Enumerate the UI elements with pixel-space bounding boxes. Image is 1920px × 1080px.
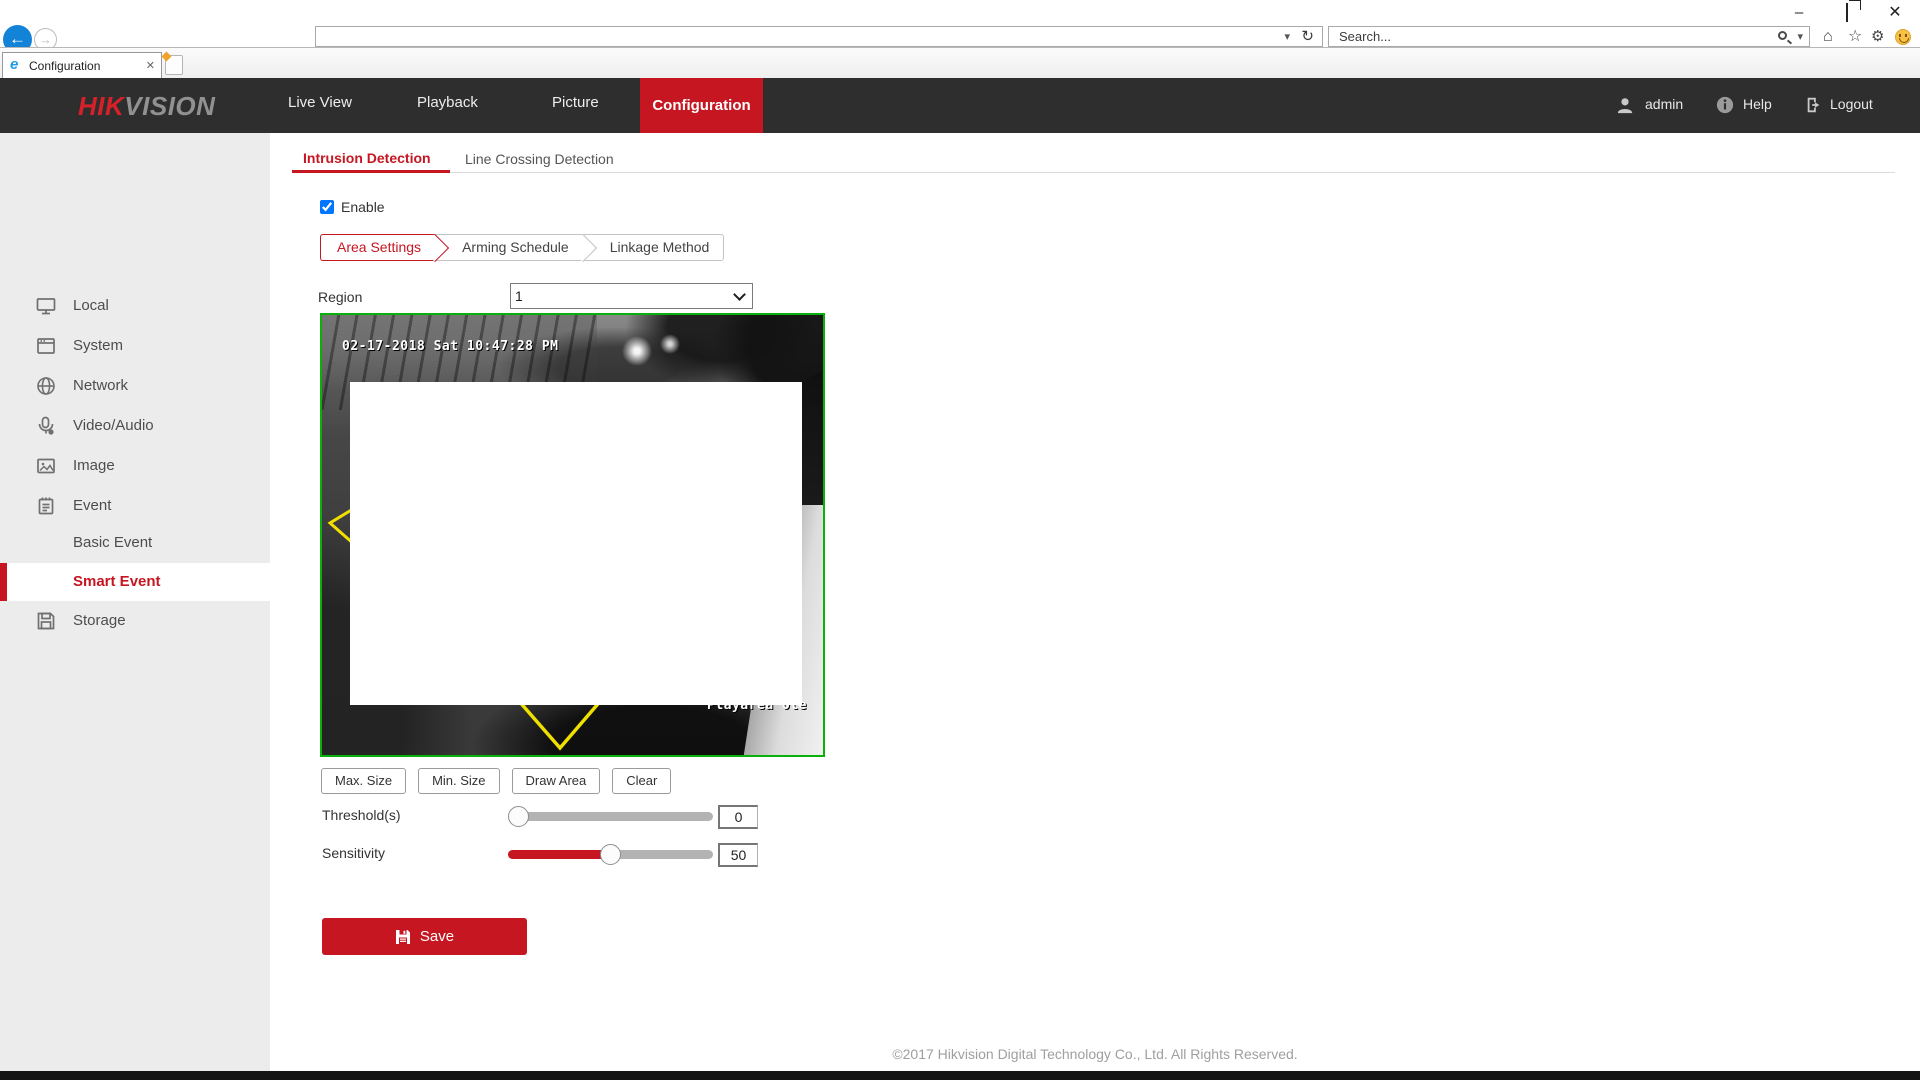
- enable-label: Enable: [341, 199, 385, 215]
- sidebar-item-event[interactable]: Event: [0, 486, 270, 526]
- copyright-footer: ©2017 Hikvision Digital Technology Co., …: [270, 1046, 1920, 1062]
- logo-hik: HIK: [78, 91, 124, 121]
- sidebar-item-smart-event[interactable]: Smart Event: [0, 563, 270, 601]
- globe-icon: [36, 376, 56, 396]
- window-restore-button[interactable]: [1834, 2, 1860, 24]
- sensitivity-label: Sensitivity: [322, 845, 385, 861]
- slider-fill: [508, 850, 611, 859]
- sidebar-item-basic-event[interactable]: Basic Event: [0, 524, 270, 562]
- browser-tab-configuration[interactable]: e Configuration ✕: [2, 52, 162, 78]
- sidebar-label: Video/Audio: [73, 417, 154, 434]
- slider-handle[interactable]: [600, 844, 621, 865]
- slider-track[interactable]: [508, 812, 713, 821]
- sensitivity-slider[interactable]: [508, 844, 713, 865]
- favorites-star-icon[interactable]: ☆: [1848, 29, 1862, 45]
- address-dropdown-icon[interactable]: ▾: [1284, 30, 1290, 43]
- bottom-edge-bar: [0, 1071, 1920, 1080]
- draw-area-button[interactable]: Draw Area: [512, 768, 601, 794]
- step-linkage-method[interactable]: Linkage Method: [583, 234, 725, 261]
- tab-band: [0, 48, 1920, 78]
- step-arming-schedule[interactable]: Arming Schedule: [435, 234, 583, 261]
- window-close-button[interactable]: ✕: [1882, 2, 1908, 24]
- sidebar-label: Event: [73, 497, 111, 514]
- save-floppy-icon: [395, 929, 411, 945]
- search-icon[interactable]: [1778, 31, 1787, 40]
- search-dropdown-icon[interactable]: ▾: [1797, 30, 1803, 43]
- sidebar-label: Basic Event: [73, 534, 152, 551]
- sidebar-item-storage[interactable]: Storage: [0, 601, 270, 641]
- feedback-smiley-icon[interactable]: [1895, 29, 1911, 45]
- sidebar-label: Local: [73, 297, 109, 314]
- nav-playback[interactable]: Playback: [417, 94, 478, 111]
- event-note-icon: [36, 496, 56, 516]
- nav-configuration[interactable]: Configuration: [640, 78, 763, 133]
- tab-close-icon[interactable]: ✕: [146, 59, 155, 72]
- tab-title: Configuration: [29, 59, 100, 73]
- active-tab-underline: [292, 170, 450, 173]
- step-area-settings[interactable]: Area Settings: [320, 234, 435, 261]
- tab-intrusion-detection[interactable]: Intrusion Detection: [303, 150, 431, 166]
- sidebar-item-video-audio[interactable]: Video/Audio: [0, 406, 270, 446]
- sidebar-label: System: [73, 337, 123, 354]
- camera-scene: 02-17-2018 Sat 10:47:28 PM Playarea Ole: [322, 315, 823, 755]
- restore-icon: [1846, 3, 1848, 22]
- drawn-area-rectangle[interactable]: [350, 382, 802, 705]
- active-indicator-bar: [0, 563, 7, 601]
- sensitivity-value[interactable]: 50: [718, 843, 758, 867]
- search-box[interactable]: ▾: [1328, 26, 1810, 47]
- slider-handle[interactable]: [508, 806, 529, 827]
- region-label: Region: [318, 289, 362, 305]
- sidebar-item-network[interactable]: Network: [0, 366, 270, 406]
- microphone-icon: [36, 416, 56, 436]
- nav-live-view[interactable]: Live View: [288, 94, 352, 111]
- sidebar-label: Storage: [73, 612, 126, 629]
- image-icon: [36, 456, 56, 476]
- system-window-icon: [36, 336, 56, 356]
- threshold-slider[interactable]: [508, 806, 713, 827]
- save-button[interactable]: Save: [322, 918, 527, 955]
- floppy-icon: [36, 611, 56, 631]
- url-input[interactable]: [320, 28, 1260, 45]
- logo-vision: VISION: [124, 91, 215, 121]
- sidebar-label: Network: [73, 377, 128, 394]
- monitor-icon: [36, 296, 56, 316]
- window-minimize-button[interactable]: –: [1786, 2, 1812, 24]
- new-tab-button[interactable]: [165, 55, 183, 75]
- min-size-button[interactable]: Min. Size: [418, 768, 499, 794]
- search-input[interactable]: [1337, 28, 1757, 45]
- save-label: Save: [420, 928, 454, 945]
- region-select[interactable]: 1: [510, 283, 753, 309]
- region-select-wrap: 1: [510, 283, 753, 309]
- home-icon[interactable]: ⌂: [1823, 29, 1833, 45]
- step-tabs: Area Settings Arming Schedule Linkage Me…: [320, 234, 724, 261]
- area-buttons-row: Max. Size Min. Size Draw Area Clear: [321, 768, 671, 794]
- tabs-divider: [292, 172, 1895, 173]
- help-link[interactable]: Help: [1743, 96, 1772, 112]
- enable-checkbox[interactable]: [320, 200, 334, 214]
- sidebar-label: Smart Event: [73, 573, 161, 590]
- clear-button[interactable]: Clear: [612, 768, 671, 794]
- address-bar[interactable]: ▾ ↻: [315, 26, 1323, 47]
- info-icon: [1716, 96, 1734, 114]
- tab-line-crossing-detection[interactable]: Line Crossing Detection: [465, 151, 614, 167]
- logout-link[interactable]: Logout: [1830, 96, 1873, 112]
- hikvision-logo: HIKVISION: [78, 91, 215, 122]
- threshold-value[interactable]: 0: [718, 805, 758, 829]
- sidebar-label: Image: [73, 457, 115, 474]
- threshold-label: Threshold(s): [322, 807, 401, 823]
- user-icon: [1616, 96, 1634, 114]
- sidebar-item-local[interactable]: Local: [0, 286, 270, 326]
- logout-icon: [1805, 96, 1823, 114]
- sidebar-item-system[interactable]: System: [0, 326, 270, 366]
- sidebar-item-image[interactable]: Image: [0, 446, 270, 486]
- nav-picture[interactable]: Picture: [552, 94, 599, 111]
- gear-icon[interactable]: ⚙: [1871, 29, 1884, 45]
- max-size-button[interactable]: Max. Size: [321, 768, 406, 794]
- video-preview[interactable]: 02-17-2018 Sat 10:47:28 PM Playarea Ole: [320, 313, 825, 757]
- refresh-icon[interactable]: ↻: [1301, 27, 1314, 45]
- ie-logo-icon: e: [10, 57, 18, 73]
- user-name[interactable]: admin: [1645, 96, 1683, 112]
